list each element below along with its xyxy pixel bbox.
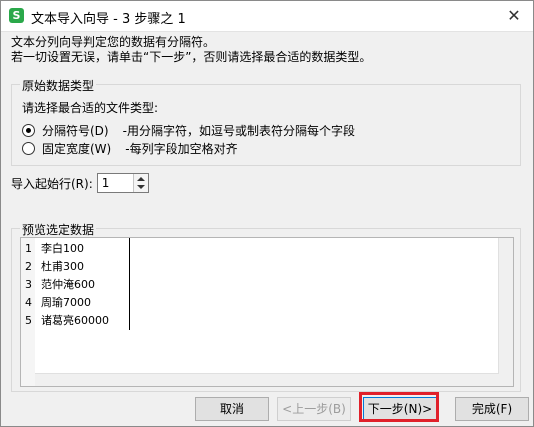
preview-row: 1 李白100 — [25, 240, 109, 258]
intro-line-2: 若一切设置无误，请单击“下一步”，否则请选择最合适的数据类型。 — [11, 50, 372, 64]
preview-row: 2 杜甫300 — [25, 258, 109, 276]
start-row-label: 导入起始行(R): — [11, 176, 93, 191]
column-separator — [129, 238, 130, 330]
horizontal-scrollbar[interactable] — [35, 373, 499, 386]
title-bar: S 文本导入向导 - 3 步骤之 1 ✕ — [1, 1, 533, 32]
vertical-scrollbar[interactable] — [498, 238, 513, 386]
radio-fixed-width-indicator[interactable] — [22, 141, 35, 155]
row-number: 5 — [25, 314, 32, 327]
intro-text: 文本分列向导判定您的数据有分隔符。 若一切设置无误，请单击“下一步”，否则请选择… — [11, 35, 371, 65]
row-number: 2 — [25, 260, 32, 273]
radio-delimited-desc: -用分隔字符，如逗号或制表符分隔每个字段 — [122, 123, 355, 138]
radio-delimited-label[interactable]: 分隔符号(D) — [42, 122, 109, 139]
back-button[interactable]: <上一步(B) — [277, 397, 351, 421]
window-title: 文本导入向导 - 3 步骤之 1 — [31, 12, 186, 27]
preview-legend: 预览选定数据 — [20, 221, 97, 238]
spinner-buttons[interactable] — [132, 174, 148, 192]
data-type-group: 原始数据类型 请选择最合适的文件类型: 分隔符号(D) -用分隔字符，如逗号或制… — [11, 77, 521, 166]
row-number: 1 — [25, 242, 32, 255]
radio-delimited[interactable]: 分隔符号(D) -用分隔字符，如逗号或制表符分隔每个字段 — [22, 122, 355, 138]
start-row-spinner[interactable]: 1 — [96, 173, 149, 193]
preview-group: 预览选定数据 1 李白100 2 杜甫300 3 范仲淹600 4 周瑜7000… — [11, 221, 521, 392]
row-text: 李白100 — [41, 242, 84, 255]
row-text: 周瑜7000 — [41, 296, 91, 309]
radio-fixed-width-label[interactable]: 固定宽度(W) — [42, 140, 111, 157]
row-text: 杜甫300 — [41, 260, 84, 273]
finish-button[interactable]: 完成(F) — [455, 397, 529, 421]
radio-delimited-indicator[interactable] — [22, 123, 35, 137]
row-text: 诸葛亮60000 — [41, 314, 109, 327]
preview-list: 1 李白100 2 杜甫300 3 范仲淹600 4 周瑜7000 5 诸葛亮6… — [25, 240, 109, 330]
row-text: 范仲淹600 — [41, 278, 95, 291]
row-number: 4 — [25, 296, 32, 309]
start-row-field: 导入起始行(R): 1 — [11, 173, 149, 193]
spin-down-icon[interactable] — [136, 185, 145, 189]
data-type-prompt: 请选择最合适的文件类型: — [22, 101, 159, 115]
intro-line-1: 文本分列向导判定您的数据有分隔符。 — [11, 35, 216, 49]
text-import-wizard-dialog: S 文本导入向导 - 3 步骤之 1 ✕ 文本分列向导判定您的数据有分隔符。 若… — [0, 0, 534, 427]
close-icon[interactable]: ✕ — [501, 4, 527, 28]
preview-row: 3 范仲淹600 — [25, 276, 109, 294]
wps-app-icon: S — [9, 8, 24, 23]
radio-fixed-width-desc: -每列字段加空格对齐 — [125, 141, 238, 156]
data-type-legend: 原始数据类型 — [20, 77, 97, 94]
next-button-highlight — [359, 392, 439, 422]
row-number: 3 — [25, 278, 32, 291]
start-row-value[interactable]: 1 — [102, 176, 110, 190]
preview-pane[interactable]: 1 李白100 2 杜甫300 3 范仲淹600 4 周瑜7000 5 诸葛亮6… — [20, 237, 514, 387]
spin-up-icon[interactable] — [136, 177, 145, 181]
cancel-button[interactable]: 取消 — [195, 397, 269, 421]
preview-row: 4 周瑜7000 — [25, 294, 109, 312]
preview-row: 5 诸葛亮60000 — [25, 312, 109, 330]
radio-fixed-width[interactable]: 固定宽度(W) -每列字段加空格对齐 — [22, 140, 238, 156]
